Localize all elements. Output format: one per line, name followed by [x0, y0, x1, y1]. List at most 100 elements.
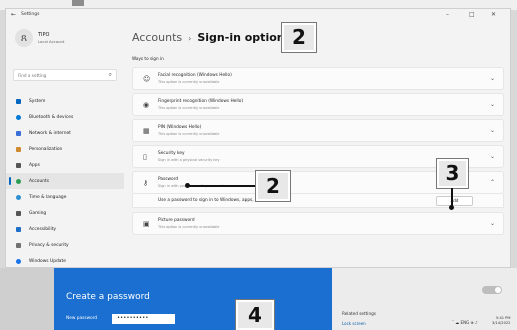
- dialog-right-backdrop: Related settings Lock screen ˆ ☁ ENG ⊕ ♪…: [332, 268, 517, 330]
- pin-keypad-icon: ▦: [143, 127, 150, 135]
- callout-line-3: [451, 188, 453, 206]
- option-title: Security key: [158, 151, 185, 156]
- option-subtitle: Sign in with a physical security key: [158, 158, 220, 162]
- new-password-value: ••••••••••: [117, 315, 149, 321]
- search-input[interactable]: Find a setting ⌕: [13, 69, 117, 81]
- sidebar-item-bluetooth[interactable]: Bluetooth & devices: [6, 109, 124, 125]
- accounts-icon: [16, 178, 21, 184]
- chevron-up-icon[interactable]: ⌃: [490, 179, 495, 186]
- title-bar: ← Settings – □ ✕: [6, 9, 510, 23]
- breadcrumb-accounts[interactable]: Accounts: [132, 31, 182, 44]
- new-password-field[interactable]: ••••••••••: [112, 314, 175, 324]
- picture-icon: ▣: [143, 220, 150, 228]
- close-button[interactable]: ✕: [491, 11, 496, 18]
- sidebar-item-network[interactable]: Network & internet: [6, 125, 124, 141]
- callout-badge-2-password: 2: [256, 171, 290, 201]
- sidebar-item-label: Privacy & security: [29, 242, 69, 248]
- breadcrumb-separator: ›: [188, 34, 192, 43]
- breadcrumb: Accounts › Sign-in options: [132, 31, 291, 44]
- back-arrow-icon[interactable]: ←: [11, 11, 16, 18]
- system-icon: [16, 98, 21, 104]
- sidebar-item-privacy[interactable]: Privacy & security: [6, 237, 124, 253]
- fingerprint-icon: ◉: [143, 101, 150, 109]
- sidebar-item-windows-update[interactable]: Windows Update: [6, 253, 124, 267]
- sidebar-item-accounts[interactable]: Accounts: [6, 173, 124, 189]
- page-title: Sign-in options: [197, 31, 292, 44]
- sidebar-item-label: Accessibility: [29, 226, 57, 232]
- dialog-panel: Create a password New password •••••••••…: [54, 268, 332, 330]
- apps-icon: [16, 162, 21, 168]
- option-subtitle: This option is currently unavailable: [158, 132, 220, 136]
- sidebar-item-label: Time & language: [29, 194, 67, 200]
- chevron-down-icon[interactable]: ⌄: [490, 220, 495, 227]
- option-facial-recognition[interactable]: ☺ Facial recognition (Windows Hello) Thi…: [132, 67, 504, 90]
- option-title: Picture password: [158, 218, 195, 223]
- maximize-button[interactable]: □: [469, 11, 475, 18]
- background-thumbnail: [72, 0, 84, 6]
- sidebar-item-accessibility[interactable]: Accessibility: [6, 221, 124, 237]
- profile-card[interactable]: ጸ TIPO Local Account: [6, 23, 124, 55]
- option-title: Facial recognition (Windows Hello): [158, 73, 232, 78]
- network-icon: [16, 130, 21, 136]
- option-subtitle: This option is currently unavailable: [158, 106, 220, 110]
- add-password-button[interactable]: Add: [436, 196, 473, 206]
- chevron-down-icon[interactable]: ⌄: [490, 75, 495, 82]
- shield-icon: [16, 242, 21, 248]
- option-title: PIN (Windows Hello): [158, 125, 202, 130]
- sidebar-item-label: Bluetooth & devices: [29, 114, 74, 120]
- related-settings-heading: Related settings: [342, 311, 376, 316]
- toggle-switch[interactable]: [482, 286, 502, 294]
- sidebar-item-label: Gaming: [29, 210, 47, 216]
- option-picture-password[interactable]: ▣ Picture password This option is curren…: [132, 212, 504, 235]
- chevron-down-icon[interactable]: ⌄: [490, 101, 495, 108]
- usb-key-icon: ▯: [143, 153, 147, 161]
- system-tray-icons[interactable]: ˆ ☁ ENG ⊕ ♪: [452, 320, 478, 325]
- search-placeholder: Find a setting: [18, 73, 47, 78]
- sidebar-item-label: Network & internet: [29, 130, 71, 136]
- sidebar-item-label: System: [29, 98, 46, 104]
- option-title: Password: [158, 177, 179, 182]
- callout-dot-3: [449, 205, 454, 210]
- sidebar-item-label: Apps: [29, 162, 40, 168]
- sidebar-item-system[interactable]: System: [6, 93, 124, 109]
- profile-name: TIPO: [38, 32, 50, 38]
- chevron-down-icon[interactable]: ⌄: [490, 127, 495, 134]
- update-icon: [16, 258, 21, 264]
- globe-icon: [16, 194, 21, 200]
- sidebar-item-label: Windows Update: [29, 258, 66, 264]
- related-settings-link[interactable]: Lock screen: [342, 321, 366, 326]
- face-icon: ☺: [143, 75, 151, 83]
- sidebar-item-gaming[interactable]: Gaming: [6, 205, 124, 221]
- settings-window: ← Settings – □ ✕ ጸ TIPO Local Account Fi…: [5, 8, 511, 268]
- callout-badge-3: 3: [437, 159, 468, 188]
- sidebar-item-label: Accounts: [29, 178, 50, 184]
- sidebar-item-apps[interactable]: Apps: [6, 157, 124, 173]
- ways-to-sign-in-heading: Ways to sign in: [132, 56, 164, 61]
- create-password-dialog: Create a password New password •••••••••…: [0, 268, 517, 330]
- minimize-button[interactable]: –: [446, 11, 449, 18]
- callout-line-2: [188, 184, 256, 187]
- callout-badge-4: 4: [236, 300, 274, 330]
- option-fingerprint[interactable]: ◉ Fingerprint recognition (Windows Hello…: [132, 93, 504, 116]
- dialog-title: Create a password: [66, 292, 150, 302]
- clock-date: 3/14/2022: [492, 321, 511, 325]
- sidebar-item-time-language[interactable]: Time & language: [6, 189, 124, 205]
- search-icon: ⌕: [108, 71, 112, 78]
- sidebar-item-label: Personalization: [29, 146, 63, 152]
- sidebar-item-personalization[interactable]: Personalization: [6, 141, 124, 157]
- dialog-left-backdrop: [0, 268, 54, 330]
- bluetooth-icon: [16, 114, 21, 120]
- app-title: Settings: [21, 12, 40, 17]
- callout-badge-2-top: 2: [282, 23, 316, 52]
- chevron-down-icon[interactable]: ⌄: [490, 153, 495, 160]
- accessibility-icon: [16, 226, 21, 232]
- option-title: Fingerprint recognition (Windows Hello): [158, 99, 244, 104]
- key-icon: ⚷: [143, 179, 149, 187]
- brush-icon: [16, 146, 21, 152]
- main-content: Accounts › Sign-in options Ways to sign in…: [132, 23, 504, 267]
- sidebar: ጸ TIPO Local Account Find a setting ⌕ Sy…: [6, 23, 124, 267]
- option-pin[interactable]: ▦ PIN (Windows Hello) This option is cur…: [132, 119, 504, 142]
- sidebar-nav: System Bluetooth & devices Network & int…: [6, 93, 124, 267]
- taskbar-clock[interactable]: 5:41 PM 3/14/2022: [492, 316, 510, 326]
- option-subtitle: This option is currently unavailable: [158, 225, 220, 229]
